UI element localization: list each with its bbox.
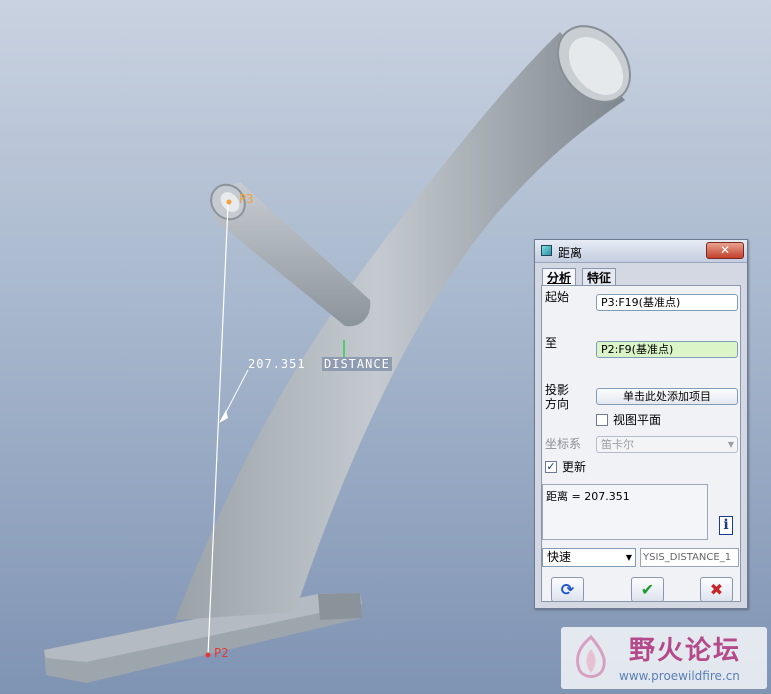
analysis-name-input[interactable]: YSIS_DISTANCE_1 (640, 548, 739, 567)
projection-add-item-button[interactable]: 单击此处添加项目 (596, 388, 738, 405)
projection-label-2: 方向 (545, 397, 570, 411)
update-checkbox[interactable]: ✓ (545, 461, 557, 473)
flame-logo-icon (576, 634, 606, 678)
watermark-title: 野火论坛 (629, 636, 742, 666)
chevron-down-icon: ▼ (625, 553, 632, 562)
tab-analysis[interactable]: 分析 (542, 268, 577, 286)
close-button[interactable]: ✕ (706, 242, 744, 259)
forum-watermark: 野火论坛 www.proewildfire.cn (561, 627, 767, 689)
dialog-titlebar[interactable]: 距离 ✕ (535, 240, 747, 263)
view-plane-checkbox[interactable] (596, 414, 608, 426)
view-plane-label: 视图平面 (613, 413, 662, 427)
chevron-down-icon: ▼ (727, 440, 734, 449)
base-plate-end (318, 593, 362, 620)
analysis-panel: 起始 P3:F19(基准点) 至 P2:F9(基准点) 投影 方向 单击此处添加… (541, 285, 741, 602)
from-label: 起始 (545, 290, 570, 304)
point-p3-label[interactable]: P3 (239, 192, 253, 206)
tab-feature[interactable]: 特征 (582, 268, 617, 286)
point-p2-label[interactable]: P2 (214, 646, 228, 660)
dialog-title: 距离 (558, 246, 583, 260)
mode-select[interactable]: 快速 ▼ (542, 548, 636, 567)
coordinate-system-value: 笛卡尔 (601, 438, 634, 451)
point-p3-marker (226, 199, 232, 205)
from-input[interactable]: P3:F19(基准点) (596, 294, 738, 311)
update-label: 更新 (562, 460, 587, 474)
coordinate-system-select[interactable]: 笛卡尔 ▼ (596, 436, 738, 453)
info-icon[interactable]: i (719, 516, 733, 535)
to-input[interactable]: P2:F9(基准点) (596, 341, 738, 358)
ok-button[interactable]: ✔ (631, 577, 664, 602)
dimension-value: 207.351 (248, 357, 306, 371)
repeat-button[interactable]: ⟳ (551, 577, 584, 602)
coordinate-system-label: 坐标系 (545, 437, 582, 451)
dialog-app-icon (541, 245, 552, 256)
distance-tag: DISTANCE (322, 357, 392, 371)
watermark-url: www.proewildfire.cn (619, 669, 740, 683)
cancel-button[interactable]: ✖ (700, 577, 733, 602)
distance-dialog: 距离 ✕ 分析 特征 起始 P3:F19(基准点) 至 P2:F9(基准点) 投… (534, 239, 748, 609)
to-label: 至 (545, 336, 558, 350)
point-p2-marker (205, 652, 211, 658)
projection-label-1: 投影 (545, 383, 570, 397)
dialog-body: 分析 特征 起始 P3:F19(基准点) 至 P2:F9(基准点) 投影 方向 … (539, 265, 743, 604)
mode-select-value: 快速 (547, 550, 572, 564)
result-text-area[interactable]: 距离 = 207.351 (542, 484, 708, 540)
